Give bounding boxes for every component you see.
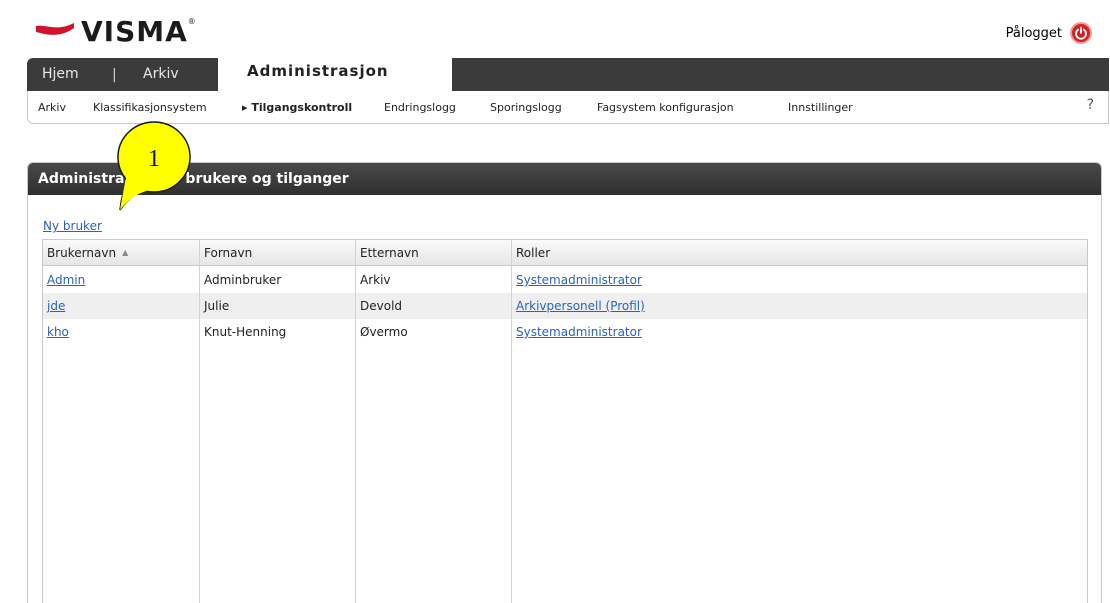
help-icon[interactable]: ?: [1087, 97, 1094, 113]
column-divider: [355, 240, 356, 603]
firstname-cell: Julie: [204, 299, 230, 313]
column-header-username[interactable]: Brukernavn ▲: [47, 246, 128, 260]
username-link[interactable]: jde: [47, 299, 65, 313]
column-divider: [199, 240, 200, 603]
page: VISMA ® Pålogget Hjem | Arkiv Administra…: [0, 0, 1110, 603]
role-link[interactable]: Systemadministrator: [516, 273, 642, 287]
subnav-item-changelog[interactable]: Endringslogg: [384, 101, 456, 114]
role-link[interactable]: Systemadministrator: [516, 325, 642, 339]
username-link[interactable]: kho: [47, 325, 69, 339]
sort-ascending-icon: ▲: [122, 248, 129, 257]
callout-number: 1: [148, 146, 160, 172]
firstname-cell: Knut-Henning: [204, 325, 287, 339]
firstname-cell: Adminbruker: [204, 273, 282, 287]
column-divider: [511, 240, 512, 603]
new-user-link[interactable]: Ny bruker: [43, 219, 102, 233]
subnav-item-tracking-log[interactable]: Sporingslogg: [490, 101, 562, 114]
role-link[interactable]: Arkivpersonell (Profil): [516, 299, 645, 313]
callout-bubble: 1: [117, 121, 191, 211]
users-panel: Administrasjon av brukere og tilganger N…: [27, 162, 1102, 603]
lastname-cell: Øvermo: [360, 325, 408, 339]
column-header-label: Brukernavn: [47, 246, 117, 260]
users-table: Brukernavn ▲ Fornavn Etternavn Roller Adm…: [42, 239, 1088, 603]
subnav-item-label: Tilgangskontroll: [251, 101, 353, 114]
lastname-cell: Arkiv: [360, 273, 391, 287]
username-link[interactable]: Admin: [47, 273, 85, 287]
lastname-cell: Devold: [360, 299, 403, 313]
power-glyph: [1075, 26, 1087, 40]
logged-in-label: Pålogget: [1005, 25, 1062, 41]
column-header-lastname[interactable]: Etternavn: [360, 246, 419, 260]
column-header-roles[interactable]: Roller: [516, 246, 550, 260]
column-header-firstname[interactable]: Fornavn: [204, 246, 252, 260]
user-area: Pålogget: [1006, 22, 1092, 44]
power-icon[interactable]: [1070, 22, 1092, 44]
subnav-item-settings[interactable]: Innstillinger: [788, 101, 853, 114]
subnav-item-system-config[interactable]: Fagsystem konfigurasjon: [597, 101, 734, 114]
